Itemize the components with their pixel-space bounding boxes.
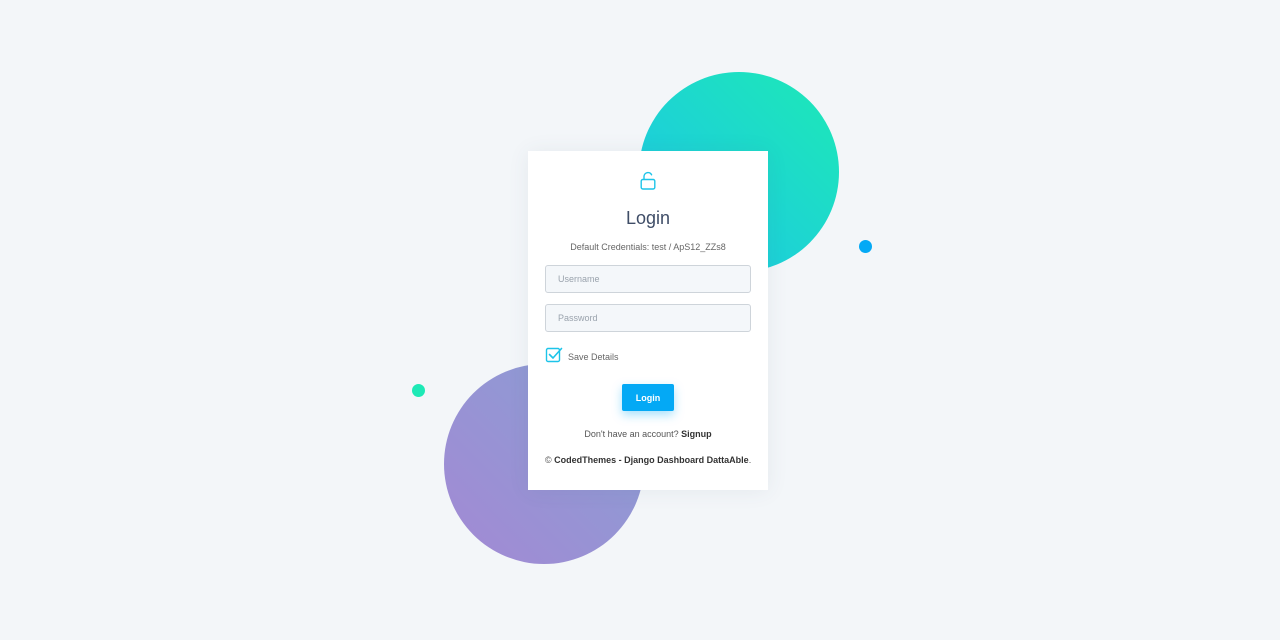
copyright-symbol: © [545, 455, 552, 465]
footer-suffix: . [748, 455, 752, 465]
unlock-icon [640, 171, 656, 190]
save-details-label[interactable]: Save Details [568, 352, 619, 362]
login-button[interactable]: Login [622, 384, 674, 411]
username-input[interactable] [545, 265, 751, 293]
save-details-checkbox[interactable]: Save Details [545, 346, 751, 364]
signup-link[interactable]: Signup [681, 429, 712, 439]
login-title: Login [625, 208, 671, 228]
signup-prompt-line: Don't have an account? Signup [545, 427, 751, 441]
signup-prompt-text: Don't have an account? [584, 429, 679, 439]
footer-credits-link[interactable]: CodedThemes - Django Dashboard DattaAble [554, 455, 749, 465]
login-page: Login Default Credentials: test / ApS12_… [0, 0, 1280, 640]
default-credentials-note: Default Credentials: test / ApS12_ZZs8 [570, 242, 726, 252]
decorative-blue-dot [859, 240, 872, 253]
decorative-teal-dot [412, 384, 425, 397]
checkbox-checked-icon[interactable] [545, 346, 563, 364]
footer-credits: © CodedThemes - Django Dashboard DattaAb… [545, 453, 751, 467]
login-card: Login Default Credentials: test / ApS12_… [528, 151, 768, 490]
lock-icon-container [545, 171, 751, 191]
password-input[interactable] [545, 304, 751, 332]
